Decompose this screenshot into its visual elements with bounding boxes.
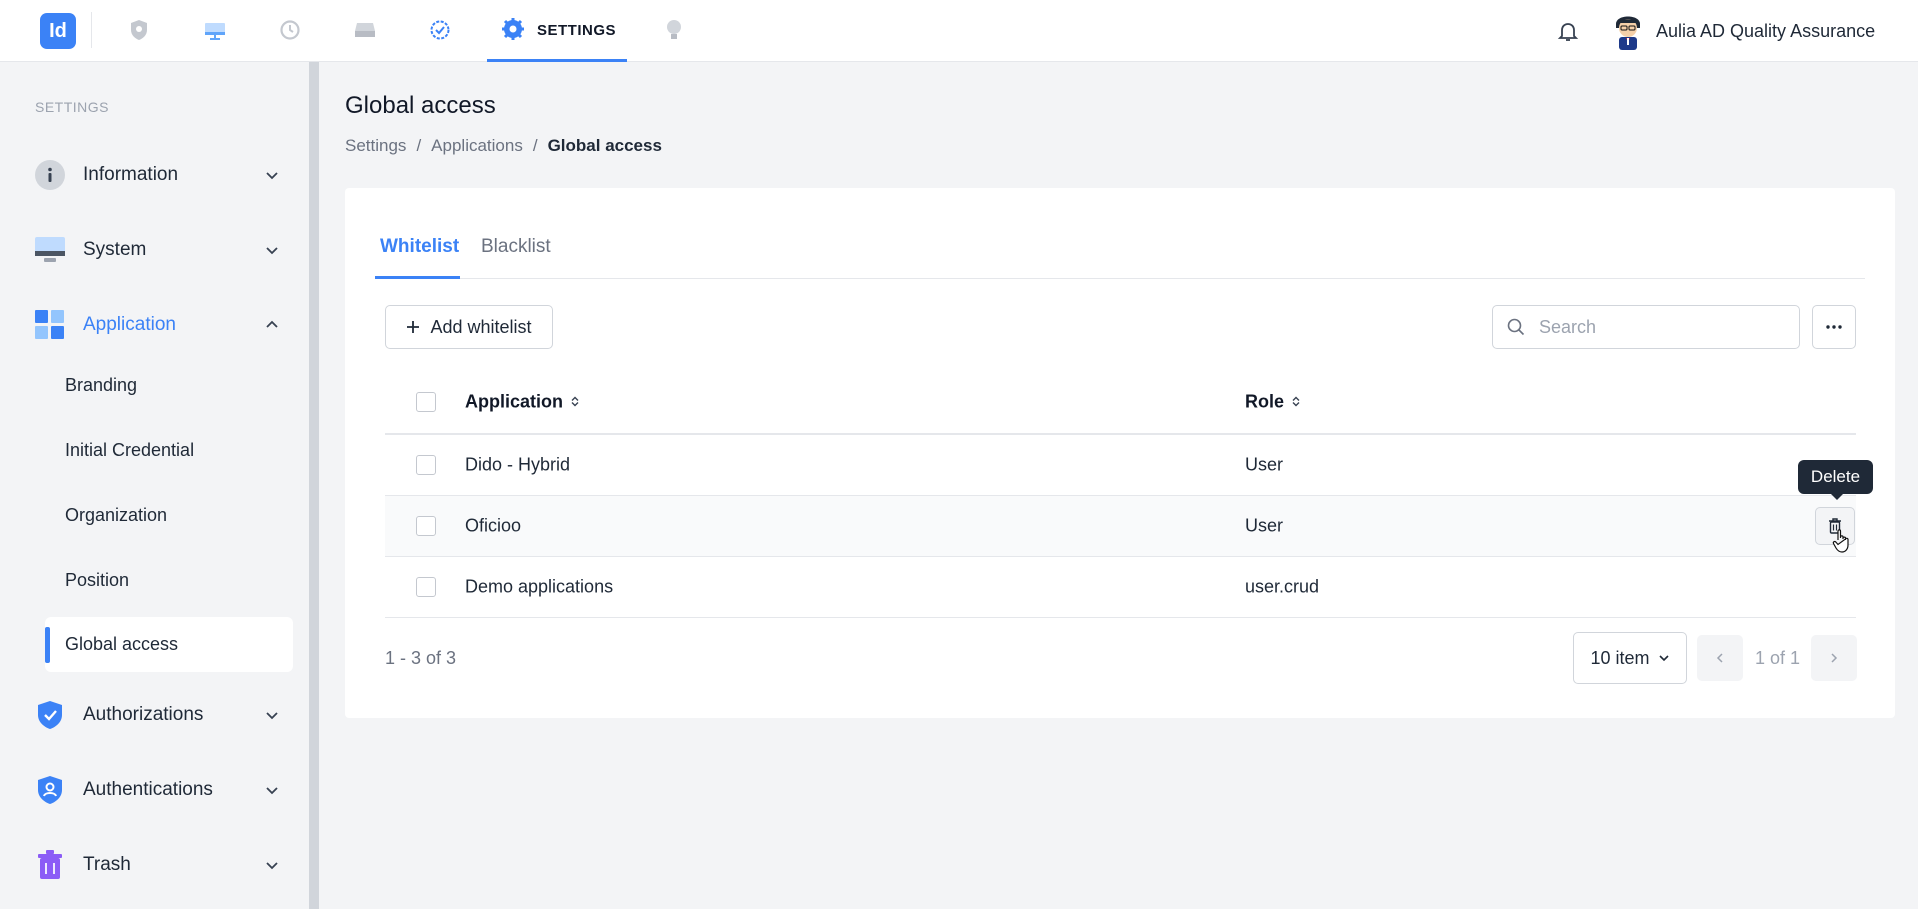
sidebar-item-authorizations[interactable]: Authorizations: [35, 695, 280, 735]
tab-bar: Whitelist Blacklist: [375, 188, 1865, 279]
sort-icon: [1292, 396, 1300, 407]
cell-application: Demo applications: [465, 576, 614, 597]
sidebar-subitem-initial-credential[interactable]: Initial Credential: [65, 440, 194, 461]
sidebar-item-authentications[interactable]: Authentications: [35, 770, 280, 810]
cell-application: Dido - Hybrid: [465, 454, 571, 475]
nav-settings-label: SETTINGS: [537, 22, 617, 39]
ellipsis-icon: [1826, 325, 1842, 329]
row-checkbox[interactable]: [416, 577, 436, 597]
select-all-checkbox[interactable]: [416, 391, 436, 412]
sidebar-item-trash[interactable]: Trash: [35, 845, 280, 885]
chevron-down-icon: [266, 247, 278, 255]
table-row[interactable]: Oficioo User: [385, 496, 1856, 557]
breadcrumb-settings[interactable]: Settings: [345, 136, 406, 156]
nav-history-icon[interactable]: [277, 17, 303, 43]
next-page-button[interactable]: [1811, 635, 1857, 681]
row-checkbox[interactable]: [416, 516, 436, 536]
avatar[interactable]: [1608, 10, 1648, 52]
table-row[interactable]: Dido - Hybrid User: [385, 435, 1856, 496]
tab-blacklist[interactable]: Blacklist: [481, 236, 551, 258]
sidebar-subitem-organization[interactable]: Organization: [65, 505, 167, 526]
nav-bulb-icon[interactable]: [661, 17, 687, 43]
page-title: Global access: [345, 92, 496, 119]
shield-user-icon: [35, 775, 65, 805]
top-bar: Id SETTINGS Aulia AD Quality Assurance: [0, 0, 1918, 62]
monitor-icon: [35, 235, 65, 265]
cell-role: User: [1245, 454, 1284, 475]
sidebar-item-label: Authentications: [83, 779, 213, 800]
sidebar-item-label: Trash: [83, 854, 131, 875]
divider: [91, 12, 92, 48]
hand-cursor-icon: [1832, 529, 1849, 553]
trash-icon: [35, 850, 65, 880]
chevron-left-icon: [1716, 653, 1723, 663]
cell-application: Oficioo: [465, 515, 522, 536]
search-icon: [1507, 318, 1525, 336]
chevron-down-icon: [1658, 655, 1669, 662]
row-checkbox[interactable]: [416, 455, 436, 475]
nav-monitor-icon[interactable]: [202, 17, 228, 43]
page-size-value: 10 item: [1590, 647, 1650, 668]
nav-drive-icon[interactable]: [352, 17, 378, 43]
search-box[interactable]: [1492, 305, 1800, 349]
delete-tooltip: Delete: [1798, 460, 1873, 500]
add-whitelist-label: Add whitelist: [430, 316, 532, 337]
table-header: Application Role: [385, 370, 1856, 435]
plus-icon: [407, 321, 420, 333]
app-logo[interactable]: Id: [40, 13, 76, 49]
chevron-right-icon: [1831, 653, 1838, 663]
breadcrumb-current: Global access: [547, 136, 662, 155]
apps-grid-icon: [35, 310, 65, 340]
sidebar-subitem-branding[interactable]: Branding: [65, 375, 137, 396]
sidebar-item-information[interactable]: Information: [35, 155, 280, 195]
column-header-role[interactable]: Role: [1245, 391, 1300, 412]
page-indicator: 1 of 1: [1755, 648, 1801, 668]
content-card: Whitelist Blacklist Add whitelist Applic…: [345, 188, 1895, 718]
breadcrumb-separator: /: [532, 136, 538, 155]
chevron-down-icon: [266, 712, 278, 720]
sidebar-subitem-label: Global access: [65, 634, 179, 654]
shield-check-icon: [35, 700, 65, 730]
sidebar-caption: SETTINGS: [35, 99, 110, 115]
more-options-button[interactable]: [1812, 305, 1856, 349]
active-indicator: [45, 627, 50, 663]
sidebar-subitem-global-access[interactable]: Global access: [45, 617, 293, 672]
bell-icon[interactable]: [1556, 19, 1580, 48]
sidebar-subitem-position[interactable]: Position: [65, 570, 129, 591]
sidebar-scrollbar[interactable]: [309, 62, 319, 909]
info-icon: [35, 160, 65, 190]
chevron-up-icon: [266, 320, 278, 328]
column-header-application[interactable]: Application: [465, 391, 579, 412]
gear-icon: [501, 17, 525, 46]
sidebar-item-system[interactable]: System: [35, 230, 280, 270]
user-name[interactable]: Aulia AD Quality Assurance: [1656, 21, 1875, 42]
sidebar-item-label: Information: [83, 164, 179, 185]
search-input[interactable]: [1539, 316, 1769, 338]
page-size-select[interactable]: 10 item: [1573, 632, 1687, 684]
chevron-down-icon: [266, 172, 278, 180]
table-row[interactable]: Demo applications user.crud: [385, 557, 1856, 618]
sort-icon: [571, 396, 579, 407]
sidebar-item-label: System: [83, 239, 147, 260]
nav-settings-tab[interactable]: SETTINGS: [487, 0, 627, 62]
prev-page-button[interactable]: [1697, 635, 1743, 681]
chevron-down-icon: [266, 862, 278, 870]
sidebar-item-label: Authorizations: [83, 704, 204, 725]
pagination-range: 1 - 3 of 3: [385, 648, 457, 668]
breadcrumb-separator: /: [416, 136, 422, 155]
breadcrumb: Settings / Applications / Global access: [345, 136, 662, 156]
chevron-down-icon: [266, 787, 278, 795]
sidebar-item-label: Application: [83, 314, 176, 335]
cell-role: user.crud: [1245, 576, 1320, 597]
cell-role: User: [1245, 515, 1284, 536]
nav-check-circle-icon[interactable]: [427, 17, 453, 43]
sidebar-item-application[interactable]: Application: [35, 305, 280, 345]
nav-shield-icon[interactable]: [126, 17, 152, 43]
active-tab-indicator: [375, 276, 460, 279]
add-whitelist-button[interactable]: Add whitelist: [385, 305, 553, 349]
tab-whitelist[interactable]: Whitelist: [380, 236, 459, 258]
breadcrumb-applications[interactable]: Applications: [431, 136, 523, 156]
